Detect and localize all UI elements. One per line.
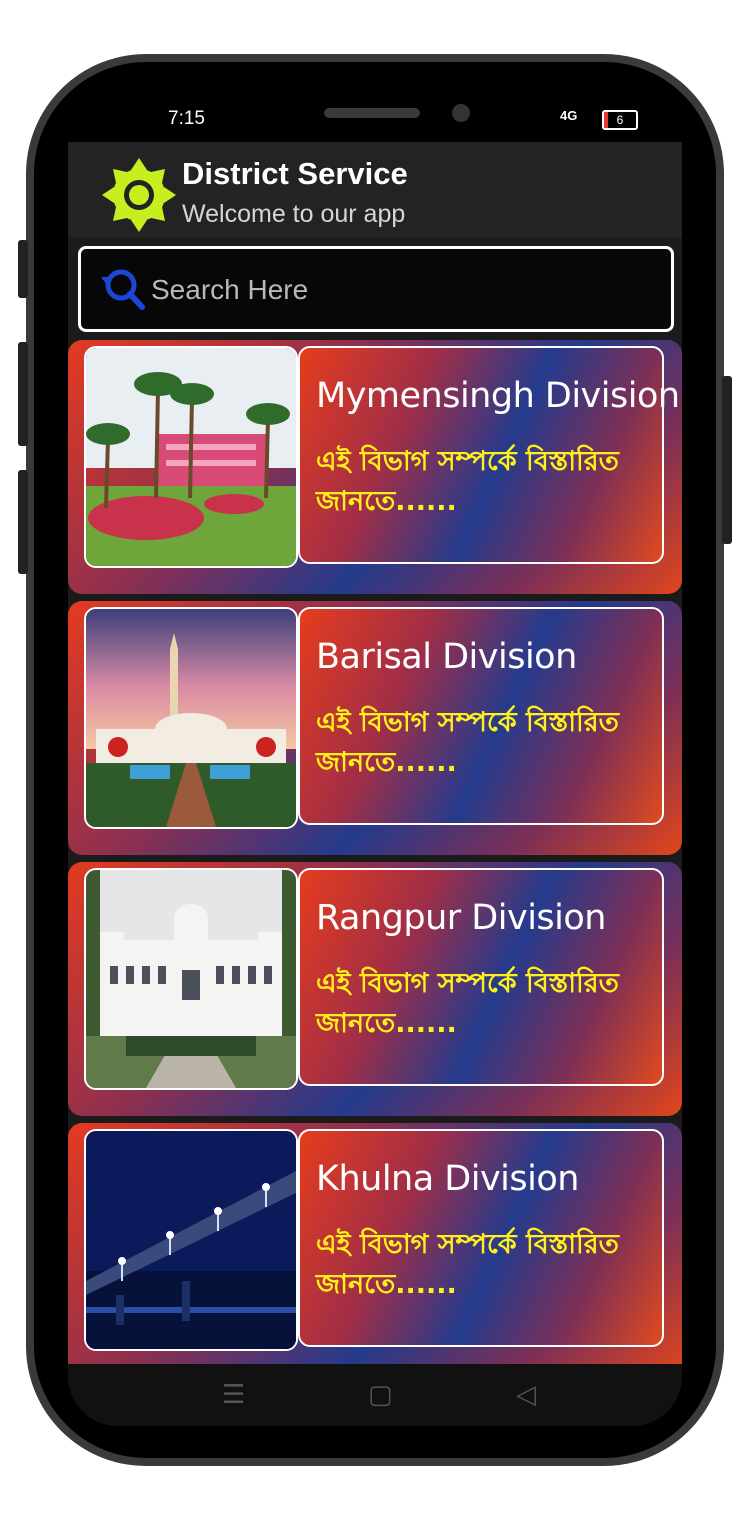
division-image[interactable] (84, 1129, 298, 1351)
division-card-khulna[interactable]: Khulna Division এই বিভাগ সম্পর্কে বিস্তা… (68, 1123, 682, 1377)
division-image[interactable] (84, 868, 298, 1090)
app-bar: District Service Welcome to our app (68, 142, 682, 238)
night-bridge-image (86, 1131, 296, 1349)
home-icon[interactable]: ▢ (368, 1380, 393, 1410)
app-title: District Service (182, 156, 408, 191)
network-indicator: 4G (560, 108, 578, 123)
division-image[interactable] (84, 607, 298, 829)
menu-icon[interactable]: ☰ (222, 1380, 245, 1410)
search-bar[interactable] (78, 246, 674, 332)
notch (206, 96, 552, 142)
back-icon[interactable]: ◁ (516, 1380, 536, 1410)
palm-garden-building-image (86, 348, 296, 566)
division-card-rangpur[interactable]: Rangpur Division এই বিভাগ সম্পর্কে বিস্ত… (68, 862, 682, 1116)
division-title: Khulna Division (316, 1159, 579, 1199)
division-info[interactable]: Rangpur Division এই বিভাগ সম্পর্কে বিস্ত… (298, 868, 664, 1086)
volume-up-button (18, 342, 28, 446)
division-info[interactable]: Mymensingh Division এই বিভাগ সম্পর্কে বি… (298, 346, 680, 564)
division-card-barisal[interactable]: Barisal Division এই বিভাগ সম্পর্কে বিস্ত… (68, 601, 682, 855)
division-title: Mymensingh Division (316, 376, 680, 416)
battery-indicator: 6 (602, 110, 638, 130)
gear-sun-icon (102, 158, 176, 232)
division-card-mymensingh[interactable]: Mymensingh Division এই বিভাগ সম্পর্কে বি… (68, 340, 682, 594)
division-description: এই বিভাগ সম্পর্কে বিস্তারিত জানতে...... (316, 707, 619, 778)
division-image[interactable] (84, 346, 298, 568)
speaker (324, 108, 420, 118)
power-button (722, 376, 732, 544)
white-palace-image (86, 870, 296, 1088)
status-bar: 7:15 4G 6 (68, 96, 682, 142)
side-button (18, 240, 28, 298)
navigation-bar: ☰ ▢ ◁ (68, 1364, 682, 1426)
volume-down-button (18, 470, 28, 574)
status-time: 7:15 (168, 108, 205, 129)
division-description: এই বিভাগ সম্পর্কে বিস্তারিত জানতে...... (316, 446, 619, 517)
front-camera (452, 104, 470, 122)
division-title: Rangpur Division (316, 898, 606, 938)
division-info[interactable]: Khulna Division এই বিভাগ সম্পর্কে বিস্তা… (298, 1129, 664, 1347)
app-subtitle: Welcome to our app (182, 200, 406, 228)
search-input[interactable] (149, 267, 653, 313)
mosque-minaret-sunset-image (86, 609, 296, 827)
division-title: Barisal Division (316, 637, 577, 677)
division-description: এই বিভাগ সম্পর্কে বিস্তারিত জানতে...... (316, 1229, 619, 1300)
division-description: এই বিভাগ সম্পর্কে বিস্তারিত জানতে...... (316, 968, 619, 1039)
search-icon[interactable] (95, 263, 149, 317)
screen: 7:15 4G 6 District Service Welcome to ou… (68, 96, 682, 1426)
division-info[interactable]: Barisal Division এই বিভাগ সম্পর্কে বিস্ত… (298, 607, 664, 825)
